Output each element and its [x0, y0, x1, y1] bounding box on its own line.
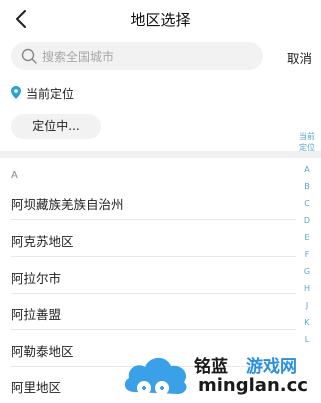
- search-placeholder: 搜索全国城市: [42, 50, 115, 64]
- watermark-url: minglan.cc: [198, 375, 308, 396]
- current-location-label: 当前定位: [26, 87, 75, 101]
- list-item-label: 阿勒泰地区: [11, 344, 74, 359]
- section-divider: [0, 151, 321, 158]
- list-item[interactable]: 阿拉尔市: [0, 257, 296, 294]
- list-item-label: 阿坝藏族羌族自治州: [11, 197, 124, 212]
- header-bar: 地区选择: [0, 0, 321, 40]
- index-letter[interactable]: A: [297, 161, 317, 178]
- list-item-label: 阿拉善盟: [11, 307, 62, 322]
- watermark-brand: 铭蓝: [194, 357, 228, 377]
- list-item[interactable]: 阿拉善盟: [0, 293, 296, 330]
- index-letter[interactable]: G: [297, 263, 317, 280]
- list-item[interactable]: 阿克苏地区: [0, 220, 296, 257]
- index-current-location[interactable]: 当前定位: [297, 131, 317, 153]
- index-letter[interactable]: C: [297, 195, 317, 212]
- index-letter[interactable]: B: [297, 178, 317, 195]
- index-letter[interactable]: K: [297, 314, 317, 331]
- location-pin-icon: [11, 86, 21, 99]
- search-icon: [21, 48, 37, 64]
- list-item-label: 阿拉尔市: [11, 271, 62, 286]
- cancel-button[interactable]: 取消: [287, 48, 312, 67]
- page-title: 地区选择: [130, 11, 191, 29]
- index-letter[interactable]: D: [297, 212, 317, 229]
- list-item-label: 阿里地区: [11, 380, 62, 395]
- list-item[interactable]: 阿坝藏族羌族自治州: [0, 183, 296, 220]
- index-letter[interactable]: H: [297, 280, 317, 297]
- section-header: A: [11, 170, 18, 181]
- search-input[interactable]: 搜索全国城市: [11, 42, 263, 70]
- index-letter[interactable]: F: [297, 246, 317, 263]
- watermark: 铭蓝 游戏网 minglan.cc: [120, 348, 320, 402]
- alphabet-index-bar[interactable]: 当前定位 A B C D E F G H J K L: [297, 131, 317, 348]
- locating-button[interactable]: 定位中...: [11, 114, 101, 139]
- watermark-brand-suffix: 游戏网: [246, 357, 297, 377]
- index-letter[interactable]: E: [297, 229, 317, 246]
- cloud-gamepad-logo-icon: [124, 357, 187, 395]
- list-item-label: 阿克苏地区: [11, 234, 74, 249]
- index-letter[interactable]: J: [297, 297, 317, 314]
- index-letter[interactable]: L: [297, 331, 317, 348]
